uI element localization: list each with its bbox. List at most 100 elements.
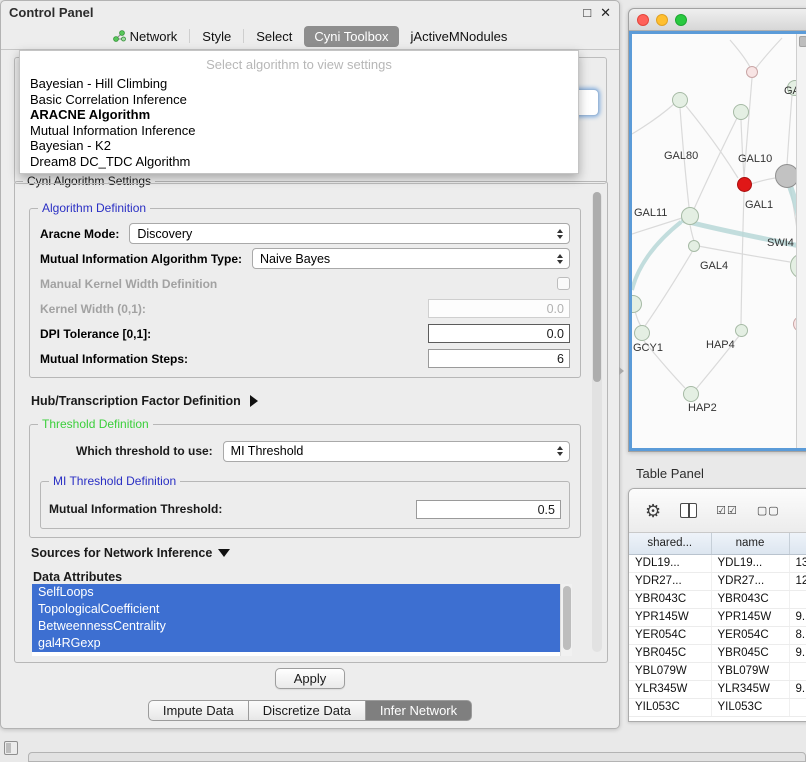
- settings-scrollbar-thumb[interactable]: [593, 192, 601, 382]
- sources-section-header[interactable]: Sources for Network Inference: [31, 546, 230, 560]
- which-threshold-combo[interactable]: MI Threshold: [223, 441, 570, 462]
- network-scrollbar[interactable]: [796, 34, 806, 448]
- close-icon[interactable]: ✕: [600, 6, 611, 19]
- control-panel-window: Control Panel □ ✕ Network Style Select C…: [0, 0, 620, 729]
- algorithm-option[interactable]: Mutual Information Inference: [20, 123, 578, 139]
- node-table: shared... name YDL19...YDL19...13 YDR27.…: [629, 533, 806, 717]
- aracne-mode-combo[interactable]: Discovery: [129, 223, 570, 244]
- tab-separator: [243, 29, 244, 43]
- apply-button[interactable]: Apply: [275, 668, 345, 689]
- node-label: GAL10: [738, 153, 772, 165]
- table-row[interactable]: YBL079WYBL079W: [629, 662, 806, 680]
- table-row[interactable]: YBR045CYBR045C9.: [629, 644, 806, 662]
- attribute-item-selected[interactable]: BetweennessCentrality: [32, 618, 560, 635]
- splitter-collapse-icon[interactable]: [619, 367, 624, 375]
- attribute-list-scrollbar-thumb[interactable]: [563, 586, 571, 650]
- hub-definition-section[interactable]: Hub/Transcription Factor Definition: [31, 394, 258, 408]
- sources-section-label: Sources for Network Inference: [31, 546, 212, 560]
- attribute-item-selected[interactable]: TopologicalCoefficient: [32, 601, 560, 618]
- mi-type-label: Mutual Information Algorithm Type:: [40, 252, 242, 266]
- mi-steps-field[interactable]: 6: [428, 349, 570, 368]
- threshold-definition-title: Threshold Definition: [38, 417, 153, 431]
- table-row[interactable]: YDL19...YDL19...13: [629, 554, 806, 572]
- dpi-tolerance-field[interactable]: 0.0: [428, 324, 570, 343]
- threshold-definition-group: Threshold Definition Which threshold to …: [29, 424, 581, 538]
- table-row[interactable]: YPR145WYPR145W9.: [629, 608, 806, 626]
- manual-kernel-checkbox[interactable]: [557, 277, 570, 290]
- table-row[interactable]: YDR27...YDR27...12: [629, 572, 806, 590]
- collapsed-bottom-panel[interactable]: [28, 752, 806, 762]
- tab-select[interactable]: Select: [246, 26, 302, 47]
- algorithm-option-selected[interactable]: ARACNE Algorithm: [20, 107, 578, 123]
- expanded-arrow-icon[interactable]: [218, 549, 230, 557]
- combo-stepper-icon: [551, 446, 569, 456]
- zoom-traffic-light-icon[interactable]: [675, 14, 687, 26]
- network-window-titlebar[interactable]: [629, 9, 806, 31]
- tab-network[interactable]: Network: [103, 26, 188, 47]
- tab-cyni-toolbox[interactable]: Cyni Toolbox: [304, 26, 398, 47]
- attribute-item-selected[interactable]: gal4RGexp: [32, 635, 560, 652]
- columns-icon[interactable]: [680, 503, 697, 518]
- tab-style[interactable]: Style: [192, 26, 241, 47]
- algorithm-option[interactable]: Dream8 DC_TDC Algorithm: [20, 154, 578, 170]
- network-canvas[interactable]: GAL80 GAL10 GAL11 GAL1 SWI4 GAL4 GCY1 HA…: [629, 31, 806, 451]
- kernel-width-field[interactable]: 0.0: [428, 299, 570, 318]
- algorithm-definition-title: Algorithm Definition: [38, 201, 150, 215]
- node-label: GAL11: [634, 207, 667, 219]
- gear-icon[interactable]: ⚙: [645, 502, 661, 520]
- tab-jactivemnodules-label: jActiveMNodules: [411, 29, 508, 44]
- node-label: GAL1: [745, 199, 773, 211]
- tab-separator: [189, 29, 190, 43]
- column-header-cut[interactable]: [789, 533, 806, 554]
- network-node[interactable]: [683, 386, 699, 402]
- minimize-traffic-light-icon[interactable]: [656, 14, 668, 26]
- column-header-shared-name[interactable]: shared...: [629, 533, 711, 554]
- mi-steps-label: Mutual Information Steps:: [40, 352, 188, 366]
- tab-jactivemnodules[interactable]: jActiveMNodules: [401, 26, 518, 47]
- restore-panel-icon[interactable]: [4, 741, 18, 755]
- node-label: HAP4: [706, 339, 735, 351]
- tab-discretize-data[interactable]: Discretize Data: [249, 700, 366, 721]
- table-row[interactable]: YLR345WYLR345W9.: [629, 680, 806, 698]
- tab-infer-network[interactable]: Infer Network: [366, 700, 472, 721]
- tab-impute-data[interactable]: Impute Data: [148, 700, 249, 721]
- network-node[interactable]: [735, 324, 748, 337]
- node-label: GAL80: [664, 150, 698, 162]
- algorithm-definition-group: Algorithm Definition Aracne Mode: Discov…: [29, 208, 581, 378]
- table-panel-window: ⚙ ☑☑ ▢▢ shared... name YDL19...YDL19...1…: [628, 488, 806, 722]
- attribute-list-scrollbar[interactable]: [560, 584, 572, 656]
- algorithm-option[interactable]: Bayesian - Hill Climbing: [20, 76, 578, 92]
- network-node[interactable]: [688, 240, 700, 252]
- mi-type-combo[interactable]: Naive Bayes: [252, 248, 570, 269]
- manual-kernel-label: Manual Kernel Width Definition: [40, 277, 217, 291]
- mi-threshold-label: Mutual Information Threshold:: [49, 502, 222, 516]
- control-panel-tab-bar: Network Style Select Cyni Toolbox jActiv…: [1, 23, 619, 50]
- network-scrollbar-thumb[interactable]: [799, 36, 806, 47]
- clear-all-checks-icon[interactable]: ▢▢: [757, 504, 780, 517]
- network-node[interactable]: [733, 104, 749, 120]
- network-node[interactable]: [746, 66, 758, 78]
- collapsed-arrow-icon[interactable]: [250, 395, 258, 407]
- table-row[interactable]: YBR043CYBR043C: [629, 590, 806, 608]
- attribute-item-selected[interactable]: SelfLoops: [32, 584, 560, 601]
- network-node[interactable]: [672, 92, 688, 108]
- mi-threshold-field[interactable]: 0.5: [416, 500, 561, 519]
- network-node[interactable]: [681, 207, 699, 225]
- mi-threshold-group-title: MI Threshold Definition: [49, 474, 180, 488]
- settings-scrollbar[interactable]: [592, 192, 602, 652]
- table-row[interactable]: YIL053CYIL053C: [629, 698, 806, 716]
- tab-style-label: Style: [202, 29, 231, 44]
- network-node[interactable]: [634, 325, 650, 341]
- float-window-icon[interactable]: □: [583, 6, 591, 19]
- control-panel-title: Control Panel: [9, 5, 94, 20]
- select-all-checks-icon[interactable]: ☑☑: [716, 504, 738, 517]
- close-traffic-light-icon[interactable]: [637, 14, 649, 26]
- algorithm-option[interactable]: Basic Correlation Inference: [20, 92, 578, 108]
- tab-network-label: Network: [130, 29, 178, 44]
- table-row[interactable]: YER054CYER054C8.: [629, 626, 806, 644]
- network-node-selected[interactable]: [737, 177, 752, 192]
- aracne-mode-value: Discovery: [137, 227, 551, 241]
- tab-cyni-toolbox-label: Cyni Toolbox: [314, 29, 388, 44]
- column-header-name[interactable]: name: [711, 533, 789, 554]
- algorithm-option[interactable]: Bayesian - K2: [20, 138, 578, 154]
